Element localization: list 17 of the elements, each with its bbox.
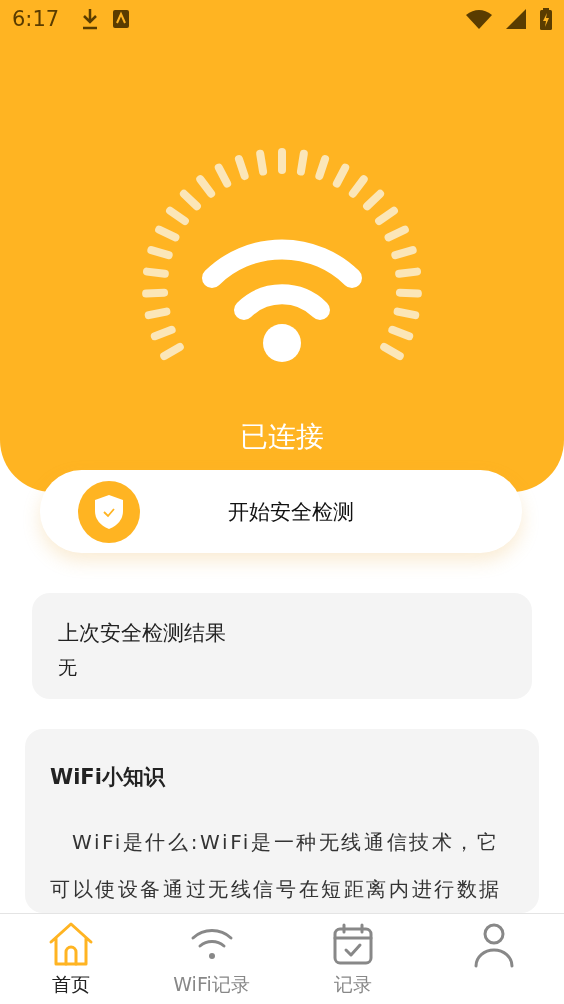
wifi-signal-icon <box>466 9 492 29</box>
result-value: 无 <box>58 655 78 680</box>
nav-tab[interactable]: 首页 <box>0 914 141 1004</box>
nav-tab[interactable]: 记录 <box>282 914 423 1004</box>
wifi-icon <box>202 239 362 362</box>
cell-signal-icon <box>506 9 526 29</box>
status-time: 6:17 <box>12 7 60 31</box>
battery-icon <box>540 8 552 30</box>
download-icon <box>81 8 100 30</box>
connection-status: 已连接 <box>240 419 324 455</box>
nav-tab[interactable]: WiFi记录 <box>141 914 282 1004</box>
notification-icon <box>113 10 130 28</box>
result-title: 上次安全检测结果 <box>58 620 227 647</box>
shield-icon <box>78 480 140 543</box>
knowledge-title: WiFi小知识 <box>50 764 166 791</box>
start-scan-button[interactable]: 开始安全检测 <box>40 470 522 553</box>
knowledge-text: WiFi是什么:WiFi是一种无线通信技术，它可以使设备通过无线信号在短距离内进行数据 <box>50 829 503 903</box>
